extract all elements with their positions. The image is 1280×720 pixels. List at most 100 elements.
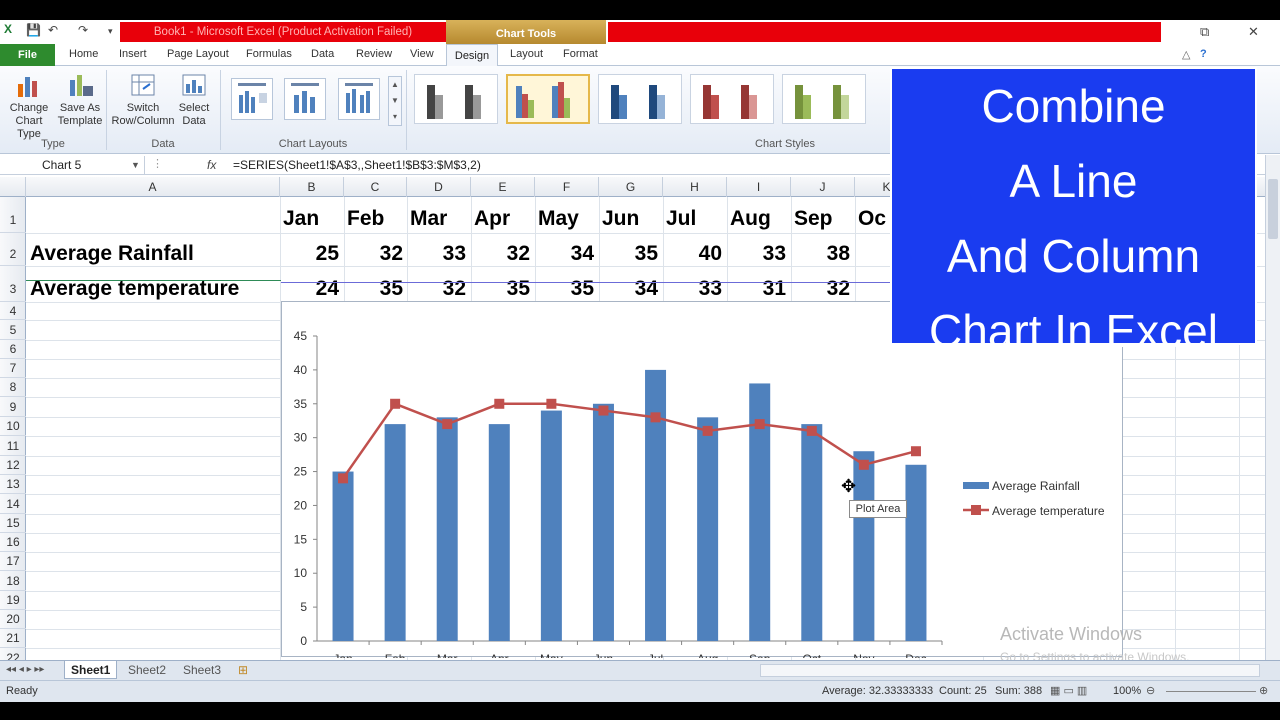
point-average-temperature[interactable] [858, 459, 869, 470]
fx-icon[interactable]: fx [207, 156, 216, 174]
row-header-18[interactable]: 18 [0, 571, 26, 591]
point-average-temperature[interactable] [650, 412, 661, 423]
row-header-14[interactable]: 14 [0, 494, 26, 514]
customize-toolbar-icon[interactable]: ▾ [108, 26, 113, 37]
cell-month-header[interactable]: Oc [858, 207, 886, 231]
cell-rainfall-value[interactable]: 32 [344, 242, 403, 266]
tab-design[interactable]: Design [446, 44, 498, 67]
cell-temperature-value[interactable]: 35 [535, 277, 594, 301]
cell-temperature-value[interactable]: 32 [791, 277, 850, 301]
cell-rainfall-value[interactable]: 38 [791, 242, 850, 266]
close-icon[interactable]: ✕ [1248, 24, 1259, 40]
redo-icon[interactable]: ↷ [78, 23, 88, 37]
help-icon[interactable]: ? [1200, 48, 1207, 60]
legend-swatch-rainfall[interactable] [963, 482, 989, 489]
tab-page-layout[interactable]: Page Layout [167, 48, 229, 60]
row-header-10[interactable]: 10 [0, 417, 26, 436]
row-header-21[interactable]: 21 [0, 629, 26, 648]
bar-average-rainfall[interactable] [384, 424, 406, 641]
row-header-20[interactable]: 20 [0, 610, 26, 629]
cell-month-header[interactable]: Sep [794, 207, 833, 231]
row-header-9[interactable]: 9 [0, 397, 26, 417]
cell-month-header[interactable]: Feb [347, 207, 384, 231]
cell-temperature-value[interactable]: 32 [407, 277, 466, 301]
cell-rainfall-value[interactable]: 33 [727, 242, 786, 266]
restore-icon[interactable]: ⧉ [1200, 24, 1209, 40]
cell-rainfall-value[interactable]: 34 [535, 242, 594, 266]
tab-data[interactable]: Data [311, 48, 334, 60]
row-header-2[interactable]: 2 [0, 233, 26, 266]
row-header-19[interactable]: 19 [0, 591, 26, 610]
cell-rainfall-value[interactable]: 40 [663, 242, 722, 266]
point-average-temperature[interactable] [494, 398, 505, 409]
cell-month-header[interactable]: Mar [410, 207, 447, 231]
name-box-dropdown-icon[interactable]: ▼ [131, 156, 140, 174]
scroll-thumb[interactable] [1268, 179, 1278, 239]
point-average-temperature[interactable] [338, 473, 349, 484]
chart-layout-3[interactable] [338, 78, 380, 120]
chart-style-4[interactable] [690, 74, 774, 124]
change-chart-type-button[interactable]: Change Chart Type [4, 72, 54, 141]
sheet-nav-icons[interactable]: ◂◂ ◂ ▸ ▸▸ [0, 661, 50, 679]
tab-insert[interactable]: Insert [119, 48, 147, 60]
col-header-a[interactable]: A [26, 177, 280, 197]
cell-month-header[interactable]: Apr [474, 207, 510, 231]
point-average-temperature[interactable] [598, 405, 609, 416]
zoom-level[interactable]: 100% [1113, 681, 1141, 701]
cell-a2[interactable]: Average Rainfall [30, 242, 194, 266]
layouts-scroll[interactable]: ▲ ▼ ▾ [388, 76, 402, 126]
row-header-3[interactable]: 3 [0, 266, 26, 302]
view-buttons-icon[interactable]: ▦ ▭ ▥ [1050, 681, 1087, 701]
row-header-15[interactable]: 15 [0, 514, 26, 533]
cell-month-header[interactable]: Jan [283, 207, 319, 231]
row-header-6[interactable]: 6 [0, 340, 26, 359]
row-header-13[interactable]: 13 [0, 475, 26, 494]
tab-review[interactable]: Review [356, 48, 392, 60]
row-header-12[interactable]: 12 [0, 456, 26, 475]
row-header-17[interactable]: 17 [0, 552, 26, 571]
col-header-g[interactable]: G [599, 177, 663, 197]
cell-temperature-value[interactable]: 24 [280, 277, 339, 301]
sheet-tab-1[interactable]: Sheet1 [64, 661, 118, 679]
bar-average-rainfall[interactable] [332, 471, 354, 641]
legend-marker-temperature[interactable] [971, 505, 981, 515]
sheet-tab-3[interactable]: Sheet3 [177, 661, 227, 679]
chart-style-3[interactable] [598, 74, 682, 124]
chart-layout-2[interactable] [284, 78, 326, 120]
chart-style-1[interactable] [414, 74, 498, 124]
bar-average-rainfall[interactable] [697, 417, 719, 641]
row-header-5[interactable]: 5 [0, 320, 26, 340]
switch-row-column-button[interactable]: Switch Row/Column [111, 72, 175, 128]
sheet-tab-2[interactable]: Sheet2 [122, 661, 172, 679]
bar-average-rainfall[interactable] [436, 417, 458, 641]
row-header-11[interactable]: 11 [0, 436, 26, 456]
tab-view[interactable]: View [410, 48, 434, 60]
undo-icon[interactable]: ↶ [48, 23, 58, 37]
bar-average-rainfall[interactable] [801, 424, 823, 641]
col-header-i[interactable]: I [727, 177, 791, 197]
row-header-16[interactable]: 16 [0, 533, 26, 552]
col-header-b[interactable]: B [280, 177, 344, 197]
tab-layout[interactable]: Layout [510, 48, 543, 60]
cell-temperature-value[interactable]: 34 [599, 277, 658, 301]
point-average-temperature[interactable] [546, 398, 557, 409]
col-header-f[interactable]: F [535, 177, 599, 197]
cell-temperature-value[interactable]: 31 [727, 277, 786, 301]
chart-layout-1[interactable] [231, 78, 273, 120]
cell-temperature-value[interactable]: 33 [663, 277, 722, 301]
point-average-temperature[interactable] [702, 425, 713, 436]
bar-average-rainfall[interactable] [853, 451, 875, 641]
point-average-temperature[interactable] [442, 419, 453, 430]
row-header-1[interactable]: 1 [0, 197, 26, 233]
point-average-temperature[interactable] [390, 398, 401, 409]
insert-sheet-icon[interactable]: ⊞ [232, 661, 254, 679]
bar-average-rainfall[interactable] [905, 464, 927, 641]
tab-home[interactable]: Home [69, 48, 98, 60]
bar-average-rainfall[interactable] [540, 410, 562, 641]
select-data-button[interactable]: Select Data [174, 72, 214, 128]
cell-temperature-value[interactable]: 35 [471, 277, 530, 301]
cell-rainfall-value[interactable]: 35 [599, 242, 658, 266]
cell-month-header[interactable]: Aug [730, 207, 771, 231]
cell-temperature-value[interactable]: 35 [344, 277, 403, 301]
col-header-d[interactable]: D [407, 177, 471, 197]
